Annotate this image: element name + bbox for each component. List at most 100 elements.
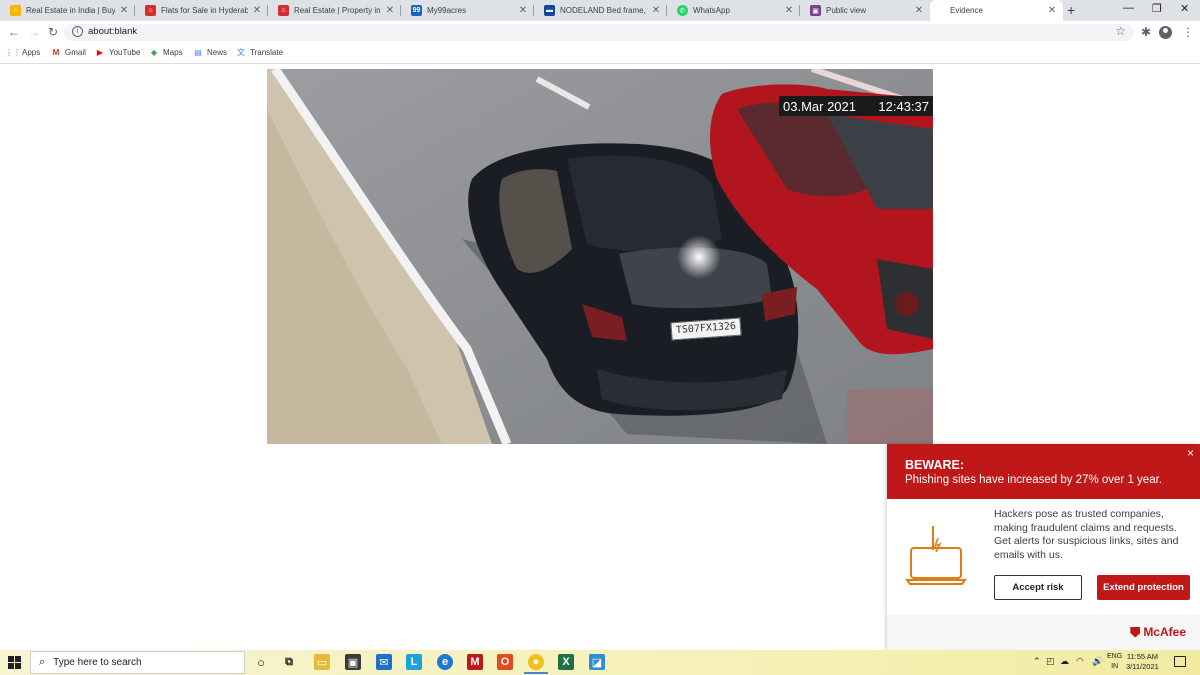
popup-close-icon[interactable]: × bbox=[1187, 446, 1194, 460]
tab-close-icon[interactable]: ✕ bbox=[518, 5, 528, 16]
mcafee-logo: McAfee bbox=[1130, 625, 1186, 639]
tab-close-icon[interactable]: ✕ bbox=[914, 5, 924, 16]
timestamp-date: 03.Mar 2021 bbox=[783, 98, 856, 114]
minimize-button[interactable]: — bbox=[1123, 2, 1134, 14]
tab-title: Evidence bbox=[950, 6, 983, 15]
tab-close-icon[interactable]: ✕ bbox=[385, 5, 395, 16]
tab-strip: ⌂ Real Estate in India | Buy/Se ✕ ⌂ Flat… bbox=[0, 0, 1200, 21]
tray-cloud-icon[interactable]: ☁ bbox=[1060, 656, 1069, 667]
clock-date: 3/11/2021 bbox=[1126, 662, 1159, 671]
mcafee-taskbar-icon[interactable]: M bbox=[467, 654, 483, 670]
cortana-circle-icon[interactable]: ○ bbox=[253, 654, 269, 670]
tray-volume-icon[interactable]: 🔊 bbox=[1092, 656, 1103, 667]
photo-app-icon[interactable]: ◪ bbox=[589, 654, 605, 670]
language-code: ENG bbox=[1107, 653, 1123, 660]
tab-public-view[interactable]: ▣ Public view ✕ bbox=[800, 0, 930, 21]
notification-center-icon[interactable] bbox=[1174, 656, 1186, 667]
tab-close-icon[interactable]: ✕ bbox=[651, 5, 661, 16]
popup-body-text: Hackers pose as trusted companies, makin… bbox=[994, 508, 1179, 561]
back-arrow-icon[interactable]: ← bbox=[8, 25, 20, 39]
youtube-icon: ▶ bbox=[96, 47, 104, 57]
tab-title: WhatsApp bbox=[693, 6, 730, 15]
popup-footer: McAfee bbox=[887, 615, 1200, 650]
task-view-icon[interactable]: ⧉ bbox=[281, 654, 297, 670]
tab-title: My99acres bbox=[427, 6, 467, 15]
tab-close-icon[interactable]: ✕ bbox=[784, 5, 794, 16]
site-favicon-icon: 99 bbox=[411, 5, 422, 16]
bookmarks-bar: ⋮⋮ Apps M Gmail ▶ YouTube ◆ Maps ▤ News … bbox=[0, 44, 1200, 64]
laptop-warning-icon bbox=[905, 526, 967, 585]
url-text[interactable]: about:blank bbox=[88, 26, 137, 37]
bookmark-label: Translate bbox=[250, 47, 284, 57]
site-favicon-icon: ⌂ bbox=[278, 5, 289, 16]
browser-toolbar: ← → ↻ i about:blank ☆ ✱ ⋮ bbox=[0, 21, 1200, 44]
windows-taskbar: ⌕ Type here to search ○ ⧉ ▭ ▣ ✉ L e M O … bbox=[0, 650, 1200, 675]
reload-icon[interactable]: ↻ bbox=[48, 25, 58, 39]
extend-protection-button[interactable]: Extend protection bbox=[1097, 575, 1190, 600]
tab-evidence[interactable]: Evidence ✕ bbox=[930, 0, 1063, 21]
tab-my99acres[interactable]: 99 My99acres ✕ bbox=[401, 0, 534, 21]
maps-icon: ◆ bbox=[150, 47, 158, 57]
edge-browser-icon[interactable]: e bbox=[437, 654, 453, 670]
tab-title: NODELAND Bed frame, me bbox=[560, 6, 647, 15]
file-explorer-icon[interactable]: ▭ bbox=[314, 654, 330, 670]
bookmark-star-icon[interactable]: ☆ bbox=[1115, 24, 1126, 38]
taskbar-search-box[interactable]: ⌕ Type here to search bbox=[30, 651, 245, 674]
app-l-icon[interactable]: L bbox=[406, 654, 422, 670]
tab-title: Real Estate in India | Buy/Se bbox=[26, 6, 115, 15]
tab-real-estate-india[interactable]: ⌂ Real Estate in India | Buy/Se ✕ bbox=[0, 0, 135, 21]
office-icon[interactable]: O bbox=[497, 654, 513, 670]
camera-timestamp: 03.Mar 2021 12:43:37 bbox=[779, 96, 933, 116]
language-indicator[interactable]: ENG IN bbox=[1107, 652, 1122, 672]
forward-arrow-icon[interactable]: → bbox=[28, 25, 40, 39]
bookmark-label: News bbox=[207, 47, 228, 57]
tab-property-india[interactable]: ⌂ Real Estate | Property in Ind ✕ bbox=[268, 0, 401, 21]
excel-icon[interactable]: X bbox=[558, 654, 574, 670]
gmail-icon: M bbox=[52, 47, 60, 57]
tab-close-icon[interactable]: ✕ bbox=[252, 5, 262, 16]
tab-whatsapp[interactable]: ✆ WhatsApp ✕ bbox=[667, 0, 800, 21]
apps-grid-icon: ⋮⋮ bbox=[5, 47, 21, 57]
extensions-puzzle-icon[interactable]: ✱ bbox=[1141, 25, 1151, 39]
address-bar[interactable]: i about:blank ☆ bbox=[64, 24, 1134, 41]
bookmark-label: Maps bbox=[163, 47, 183, 57]
tab-close-icon[interactable]: ✕ bbox=[119, 5, 129, 16]
tab-close-icon[interactable]: ✕ bbox=[1047, 5, 1057, 16]
bookmark-label: Apps bbox=[22, 47, 41, 57]
close-window-button[interactable]: ✕ bbox=[1180, 2, 1189, 15]
tab-nodeland[interactable]: ▬ NODELAND Bed frame, me ✕ bbox=[534, 0, 667, 21]
bookmark-translate[interactable]: 文 Translate bbox=[236, 47, 283, 57]
new-tab-button[interactable]: + bbox=[1067, 2, 1075, 18]
tab-title: Flats for Sale in Hyderabad bbox=[161, 6, 248, 15]
bookmark-label: Gmail bbox=[65, 47, 86, 57]
restore-button[interactable]: ❐ bbox=[1152, 2, 1162, 15]
translate-icon: 文 bbox=[237, 47, 245, 57]
news-icon: ▤ bbox=[194, 47, 202, 57]
windows-start-icon[interactable] bbox=[8, 656, 21, 669]
site-favicon-icon: ⌂ bbox=[145, 5, 156, 16]
evidence-photo: 03.Mar 2021 12:43:37 TS07FX1326 bbox=[267, 69, 933, 444]
tray-chevron-up-icon[interactable]: ⌃ bbox=[1033, 656, 1041, 667]
store-bag-icon[interactable]: ▣ bbox=[345, 654, 361, 670]
profile-avatar-icon[interactable] bbox=[1159, 26, 1172, 39]
bookmark-apps[interactable]: ⋮⋮ Apps bbox=[5, 47, 41, 57]
mcafee-warning-popup: BEWARE: Phishing sites have increased by… bbox=[887, 444, 1200, 650]
popup-subtitle: Phishing sites have increased by 27% ove… bbox=[905, 474, 1162, 486]
bookmark-maps[interactable]: ◆ Maps bbox=[149, 47, 183, 57]
bookmark-youtube[interactable]: ▶ YouTube bbox=[95, 47, 141, 57]
tray-meet-icon[interactable]: ◰ bbox=[1046, 656, 1055, 667]
popup-title: BEWARE: bbox=[905, 458, 965, 472]
accept-risk-button[interactable]: Accept risk bbox=[994, 575, 1082, 600]
menu-kebab-icon[interactable]: ⋮ bbox=[1182, 25, 1194, 39]
bookmark-gmail[interactable]: M Gmail bbox=[51, 47, 86, 57]
tray-wifi-icon[interactable]: ◠ bbox=[1076, 656, 1084, 667]
bookmark-news[interactable]: ▤ News bbox=[193, 47, 227, 57]
traffic-camera-scene bbox=[267, 69, 933, 444]
info-icon[interactable]: i bbox=[72, 26, 83, 37]
whatsapp-icon: ✆ bbox=[677, 5, 688, 16]
taskbar-clock[interactable]: 11:55 AM 3/11/2021 bbox=[1126, 652, 1159, 672]
popup-header: BEWARE: Phishing sites have increased by… bbox=[887, 444, 1200, 499]
mail-icon[interactable]: ✉ bbox=[376, 654, 392, 670]
tab-flats-hyderabad[interactable]: ⌂ Flats for Sale in Hyderabad ✕ bbox=[135, 0, 268, 21]
chrome-icon[interactable]: ● bbox=[524, 654, 548, 674]
